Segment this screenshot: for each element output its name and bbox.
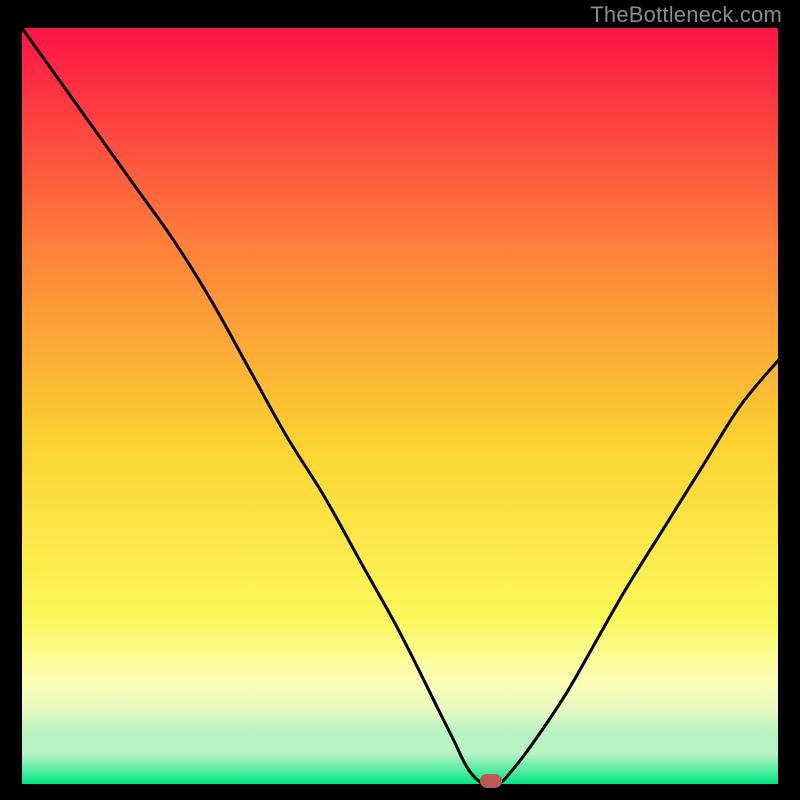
gradient-background [22,28,778,784]
plot-area [22,28,778,784]
watermark-text: TheBottleneck.com [590,2,782,28]
optimal-point-marker [480,774,502,788]
chart-frame: TheBottleneck.com [0,0,800,800]
plot-svg [22,28,778,784]
